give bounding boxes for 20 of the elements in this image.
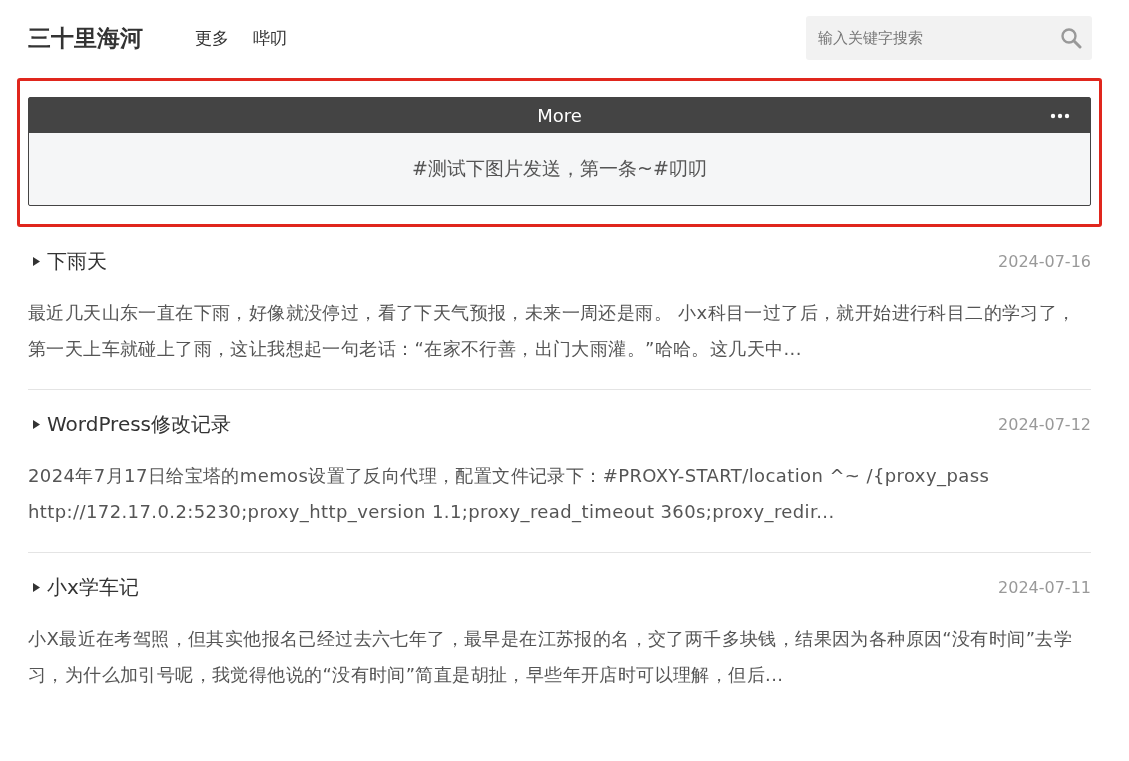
card-title: More <box>537 105 582 126</box>
post-title-link[interactable]: 小x学车记 <box>28 573 139 601</box>
memo-text: #测试下图片发送，第一条~#叨叨 <box>412 156 707 181</box>
post-date: 2024-07-12 <box>998 414 1091 434</box>
post-date: 2024-07-11 <box>998 577 1091 597</box>
site-title[interactable]: 三十里海河 <box>28 22 143 54</box>
caret-icon <box>33 419 40 429</box>
search-field[interactable]: 输入关键字搜索 <box>806 16 1092 60</box>
post-excerpt: 最近几天山东一直在下雨，好像就没停过，看了下天气预报，未来一周还是雨。 小x科目一过了后，就开始进行科目二的学习了，第一天上车就碰上了雨，这让我想起一句老话：“在家不行善，出门大雨灌。”哈哈。这几天中... <box>28 301 1077 361</box>
post-excerpt: 2024年7月17日给宝塔的memos设置了反向代理，配置文件记录下：#PROXY-START/location ^~ /{proxy_pass http://172.17.0.2:5230;proxy_http_version 1.1;proxy_read_timeout 360s;proxy_redir... <box>28 464 991 525</box>
nav-link[interactable]: 哔叨 <box>253 26 287 50</box>
post-excerpt: 小X最近在考驾照，但其实他报名已经过去六七年了，最早是在江苏报的名，交了两千多块钱，结果因为各种原因“没有时间”去学习，为什么加引号呢，我觉得他说的“没有时间”简直是胡扯，早些年开店时可以理解，但后... <box>28 627 1074 687</box>
search-icon[interactable] <box>1060 27 1082 49</box>
post-title-link[interactable]: 下雨天 <box>28 247 107 275</box>
caret-icon <box>33 256 40 266</box>
more-icon[interactable] <box>1050 113 1070 119</box>
caret-icon <box>33 582 40 592</box>
post-date: 2024-07-16 <box>998 251 1091 271</box>
post-title-link[interactable]: WordPress修改记录 <box>28 410 232 438</box>
nav-link[interactable]: 更多 <box>195 26 229 50</box>
